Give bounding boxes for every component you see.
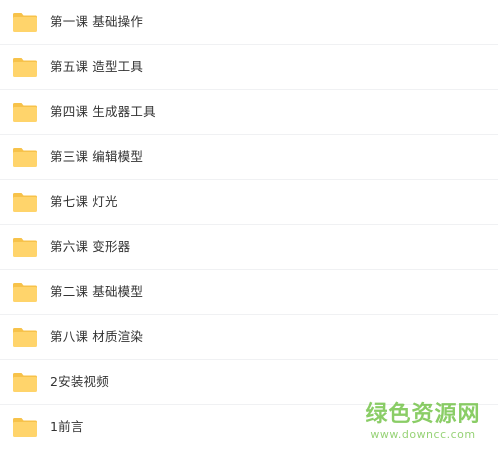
folder-row[interactable]: 第三课 编辑模型 xyxy=(0,135,498,180)
folder-row[interactable]: 2安装视频 xyxy=(0,360,498,405)
folder-name: 第五课 造型工具 xyxy=(50,59,144,74)
folder-list: 第一课 基础操作 第五课 造型工具 第四课 生成器工具 第三课 编辑模型 第七课… xyxy=(0,0,498,447)
folder-icon xyxy=(13,418,37,437)
folder-name: 1前言 xyxy=(50,419,84,434)
folder-name: 第二课 基础模型 xyxy=(50,284,144,299)
folder-row[interactable]: 第二课 基础模型 xyxy=(0,270,498,315)
folder-name: 2安装视频 xyxy=(50,374,109,389)
folder-name: 第一课 基础操作 xyxy=(50,14,144,29)
folder-name: 第三课 编辑模型 xyxy=(50,149,144,164)
folder-icon xyxy=(13,373,37,392)
folder-row[interactable]: 第一课 基础操作 xyxy=(0,0,498,45)
folder-icon xyxy=(13,103,37,122)
folder-icon xyxy=(13,238,37,257)
folder-icon xyxy=(13,328,37,347)
folder-row[interactable]: 第四课 生成器工具 xyxy=(0,90,498,135)
folder-name: 第六课 变形器 xyxy=(50,239,131,254)
folder-icon xyxy=(13,283,37,302)
folder-name: 第八课 材质渲染 xyxy=(50,329,144,344)
folder-name: 第七课 灯光 xyxy=(50,194,118,209)
folder-icon xyxy=(13,58,37,77)
folder-row[interactable]: 1前言 xyxy=(0,405,498,447)
folder-row[interactable]: 第八课 材质渲染 xyxy=(0,315,498,360)
folder-icon xyxy=(13,13,37,32)
folder-icon xyxy=(13,193,37,212)
folder-row[interactable]: 第六课 变形器 xyxy=(0,225,498,270)
folder-row[interactable]: 第七课 灯光 xyxy=(0,180,498,225)
folder-row[interactable]: 第五课 造型工具 xyxy=(0,45,498,90)
folder-name: 第四课 生成器工具 xyxy=(50,104,156,119)
folder-icon xyxy=(13,148,37,167)
